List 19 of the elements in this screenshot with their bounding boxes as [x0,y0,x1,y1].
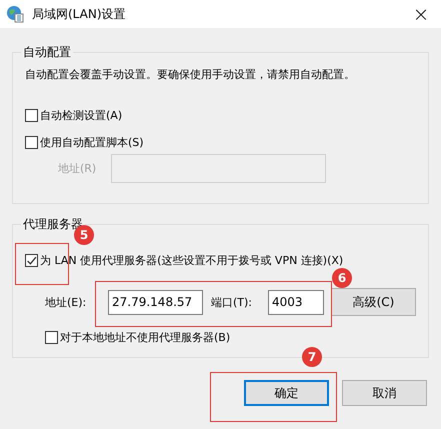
dialog-button[interactable]: 确定 [244,380,329,406]
port-field[interactable]: 4003 [268,290,324,314]
checkbox[interactable]: 自动检测设置(A) [25,108,122,123]
field-label: 地址(E): [45,294,88,310]
window-title: 局域网(LAN)设置 [32,6,127,22]
step-badge: 7 [302,347,322,367]
field-label: 端口(T): [211,294,254,310]
check-icon [26,255,37,266]
advanced-button[interactable]: 高级(C) [331,288,416,316]
step-badge: 6 [332,268,352,288]
address-field[interactable]: 27.79.148.57 [108,290,203,314]
checkbox[interactable]: 对于本地地址不使用代理服务器(B) [45,330,230,345]
dialog-button[interactable]: 取消 [342,380,427,406]
checkbox[interactable]: 使用自动配置脚本(S) [25,135,144,150]
globe-icon [6,5,24,23]
field-label: 地址(R) [57,161,98,176]
description-text: 自动配置会覆盖手动设置。要确保使用手动设置，请禁用自动配置。 [25,67,356,82]
group-title: 自动配置 [22,44,72,61]
close-button[interactable]: × [401,0,441,28]
